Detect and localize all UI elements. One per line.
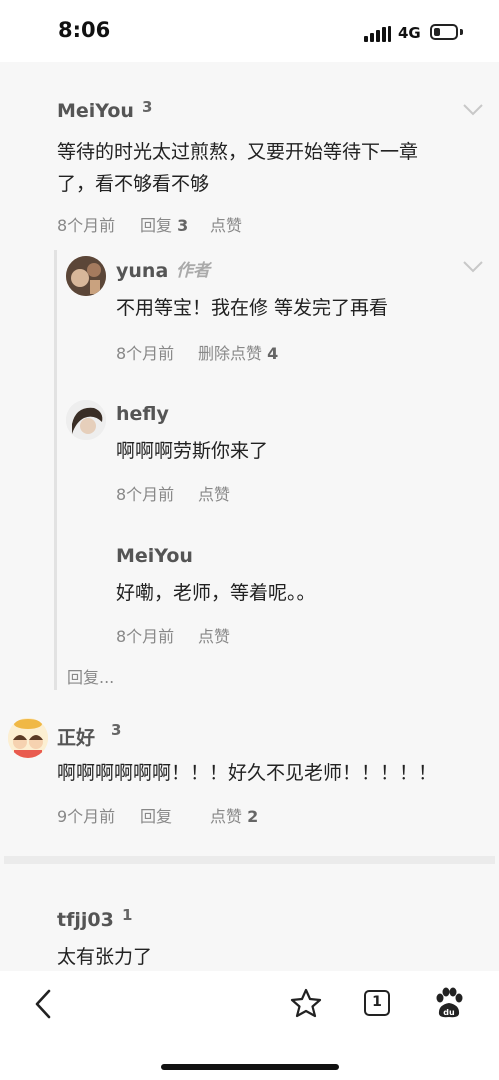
comment-time: 8个月前 xyxy=(57,216,116,235)
like-button[interactable]: 点赞 2 xyxy=(210,803,258,827)
more-replies-link[interactable]: 回复... xyxy=(67,664,114,688)
comment-username[interactable]: tfjj03 xyxy=(57,909,114,931)
comment-text: 了，看不够看不够 xyxy=(57,173,210,195)
comment-user-level: 3 xyxy=(111,721,122,739)
battery-cap xyxy=(460,29,463,35)
author-badge: 作者 xyxy=(176,261,210,281)
comment-username[interactable]: MeiYou xyxy=(57,100,134,122)
home-indicator xyxy=(161,1064,339,1070)
reply-text: 啊啊啊劳斯你来了 xyxy=(116,440,269,462)
like-button[interactable]: 点赞 xyxy=(198,481,230,505)
reply-username[interactable]: yuna xyxy=(116,260,168,282)
avatar[interactable] xyxy=(8,718,48,758)
comment-user-level: 3 xyxy=(142,98,153,116)
reply-text: 好嘞，老师，等着呢。。 xyxy=(116,582,316,604)
like-button[interactable]: 点赞 xyxy=(210,212,242,236)
reply-button[interactable]: 回复 3 xyxy=(140,212,188,236)
reply-time: 8个月前 xyxy=(116,344,175,363)
reply-time: 8个月前 xyxy=(116,485,175,504)
avatar[interactable] xyxy=(66,400,106,440)
reply-time: 8个月前 xyxy=(116,627,175,646)
like-button[interactable]: 点赞 xyxy=(198,623,230,647)
delete-like-button[interactable]: 删除点赞 4 xyxy=(198,340,278,364)
reply-username[interactable]: hefly xyxy=(116,403,169,425)
section-divider xyxy=(4,856,495,864)
battery-icon xyxy=(430,24,458,40)
reply-text: 不用等宝！我在修 等发完了再看 xyxy=(116,297,389,319)
star-icon[interactable] xyxy=(290,988,322,1018)
signal-icon xyxy=(364,26,391,42)
comment-text: 太有张力了 xyxy=(57,946,153,968)
back-arrow-icon[interactable] xyxy=(32,988,54,1020)
reply-thread-line xyxy=(54,250,57,690)
avatar[interactable] xyxy=(66,256,106,296)
baidu-paw-icon[interactable]: du xyxy=(434,987,464,1019)
comment-text: 啊啊啊啊啊啊！！！好久不见老师！！！！！ xyxy=(57,762,438,784)
network-type: 4G xyxy=(398,24,421,42)
comment-username[interactable]: 正好 xyxy=(57,723,95,750)
status-time: 8:06 xyxy=(58,18,111,42)
comment-text: 等待的时光太过煎熬，又要开始等待下一章 xyxy=(57,141,419,163)
reply-button[interactable]: 回复 xyxy=(140,803,172,827)
svg-text:du: du xyxy=(443,1008,455,1017)
comment-time: 9个月前 xyxy=(57,807,116,826)
tabs-icon[interactable]: 1 xyxy=(364,990,390,1016)
reply-username[interactable]: MeiYou xyxy=(116,545,193,567)
comment-user-level: 1 xyxy=(122,906,133,924)
chevron-down-icon[interactable] xyxy=(462,260,484,274)
chevron-down-icon[interactable] xyxy=(462,103,484,117)
